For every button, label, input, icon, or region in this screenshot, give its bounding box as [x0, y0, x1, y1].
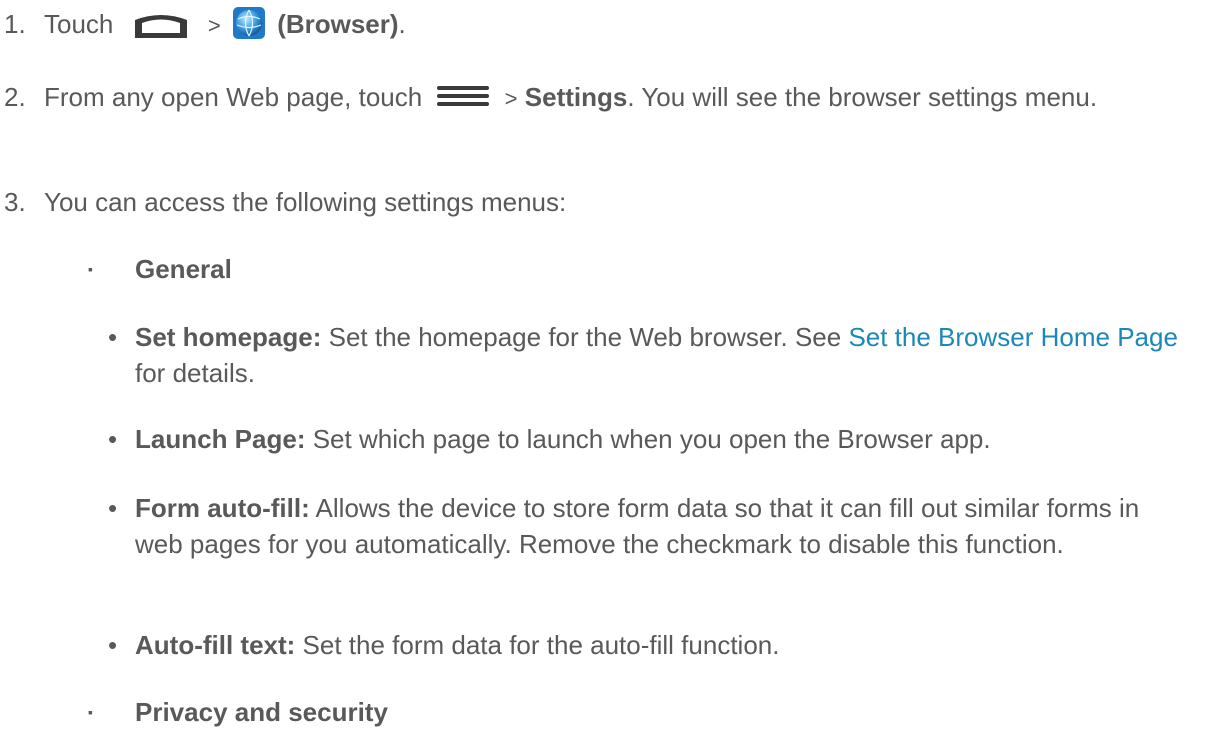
sub-item-term: Auto-fill text: — [135, 630, 296, 660]
sub-item-text: Launch Page: Set which page to launch wh… — [135, 421, 1185, 457]
step-number: 3. — [4, 187, 26, 217]
menu-icon — [437, 86, 490, 107]
sub-bullet-marker: • — [108, 630, 118, 660]
step-2-post: . You will see the browser settings menu… — [627, 82, 1098, 112]
home-icon — [134, 15, 187, 39]
sub-item-term: Launch Page: — [135, 424, 306, 454]
sub-item-desc: Set which page to launch when you open t… — [305, 424, 991, 454]
step-2-pre: From any open Web page, touch — [44, 82, 423, 112]
browser-label: (Browser) — [277, 9, 399, 39]
step-number: 2. — [4, 82, 26, 112]
sub-item-text: Form auto-fill: Allows the device to sto… — [135, 490, 1185, 562]
sub-bullet-marker: • — [108, 424, 118, 454]
sub-item-desc-end: for details. — [135, 358, 255, 388]
step-1-text: Touch > (Browser). — [44, 6, 1185, 46]
globe-browser-icon — [232, 7, 265, 40]
step-number: 1. — [4, 9, 26, 39]
bullet-label-privacy-security: Privacy and security — [135, 697, 388, 727]
sub-item-desc: Set the form data for the auto-fill func… — [295, 630, 780, 660]
step-2-text: From any open Web page, touch > Settings… — [44, 79, 1185, 117]
sub-bullet-marker: • — [108, 493, 118, 523]
sub-item-text: Auto-fill text: Set the form data for th… — [135, 627, 1185, 663]
sub-bullet-marker: • — [108, 322, 118, 352]
step-1-pre: Touch — [44, 9, 114, 39]
settings-label: Settings — [524, 82, 628, 112]
bullet-label-general: General — [135, 254, 232, 284]
step-1-sep: > — [207, 13, 221, 38]
step-1-post: . — [398, 9, 406, 39]
sub-item-term: Set homepage: — [135, 322, 322, 352]
sub-item-text: Set homepage: Set the homepage for the W… — [135, 319, 1185, 391]
set-browser-home-page-link[interactable]: Set the Browser Home Page — [848, 322, 1178, 352]
step-3-text: You can access the following settings me… — [44, 187, 567, 217]
step-2-sep: > — [504, 86, 518, 111]
sub-item-term: Form auto-fill: — [135, 493, 310, 523]
sub-item-desc: Set the homepage for the Web browser. Se… — [321, 322, 849, 352]
bullet-marker: ▪ — [88, 261, 93, 277]
bullet-marker: ▪ — [88, 704, 93, 720]
